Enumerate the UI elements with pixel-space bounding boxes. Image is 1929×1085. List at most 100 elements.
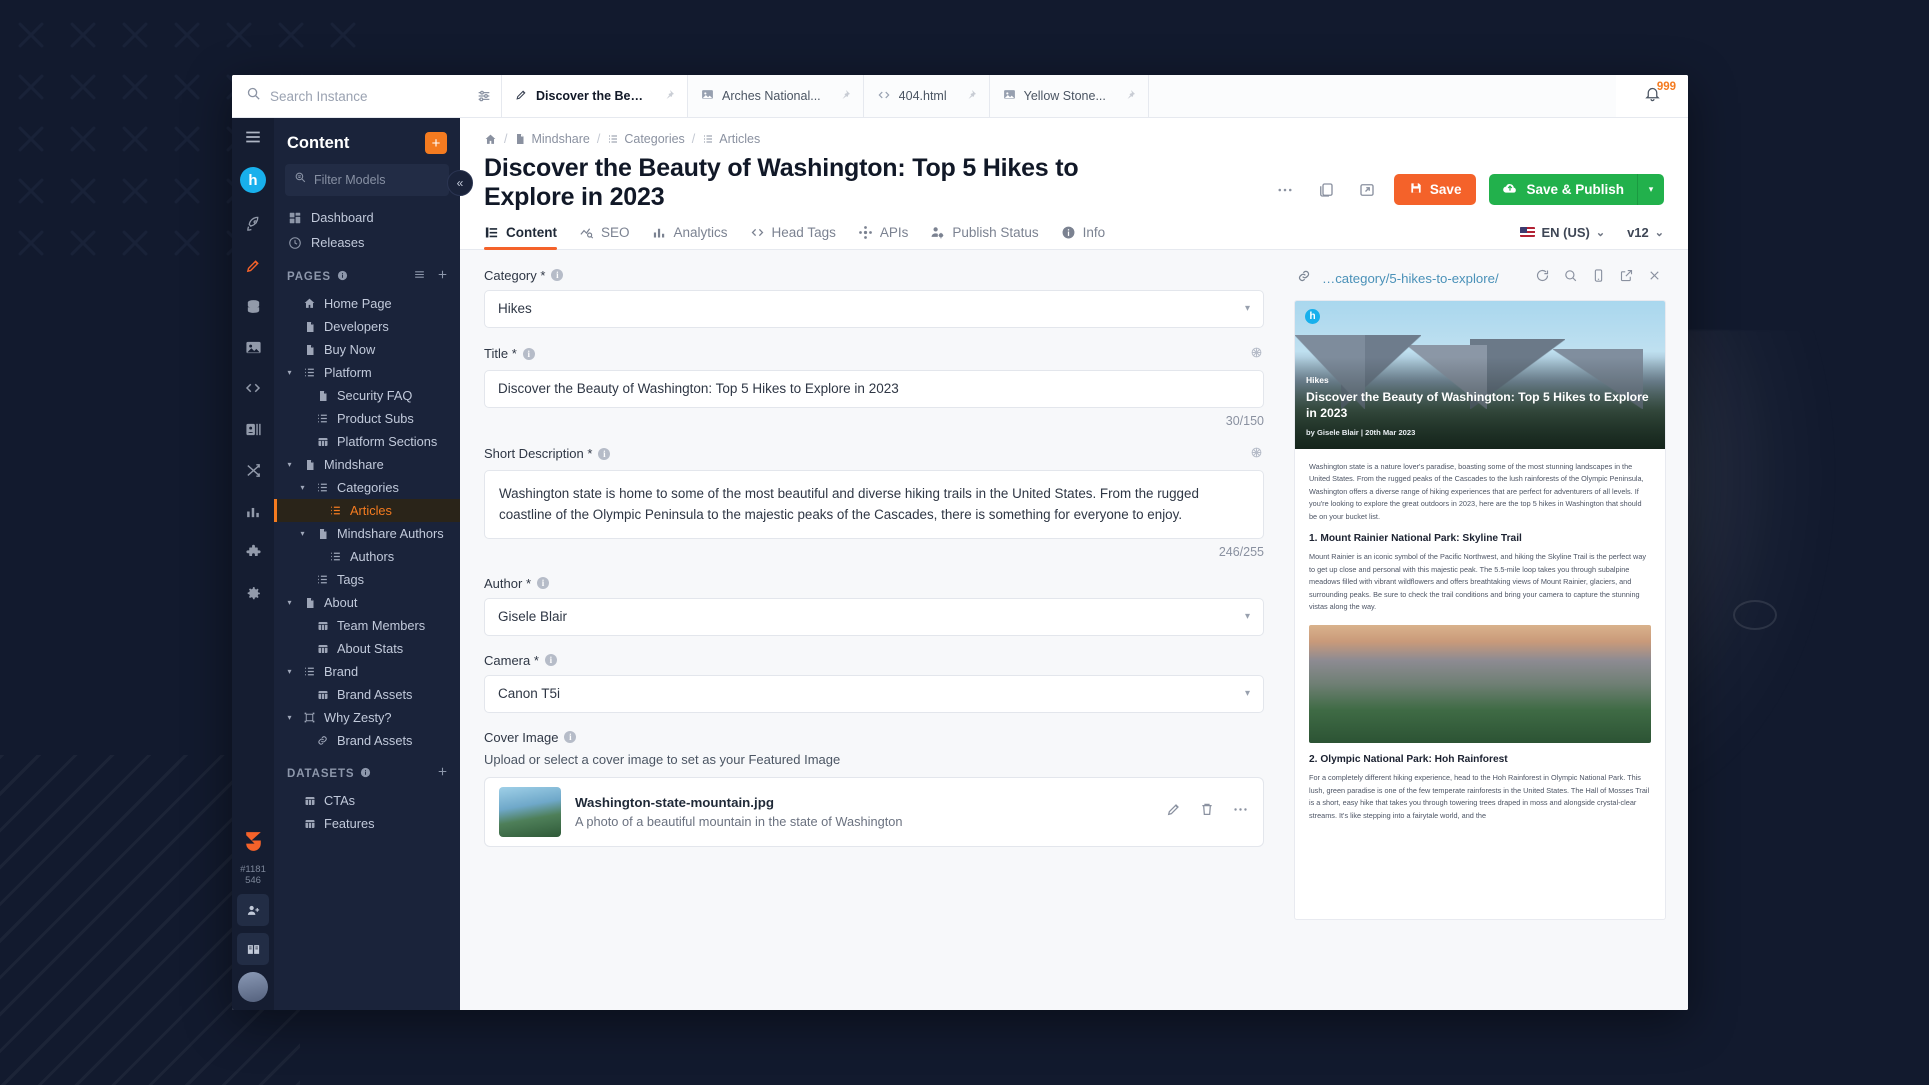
rail-icon-rocket[interactable] bbox=[236, 207, 270, 241]
chevron-down-icon[interactable]: ▾ bbox=[284, 368, 295, 377]
rail-icon-database[interactable] bbox=[236, 289, 270, 323]
sidebar-item-buy-now[interactable]: Buy Now bbox=[274, 338, 460, 361]
chevron-down-icon[interactable]: ▾ bbox=[297, 483, 308, 492]
refresh-icon[interactable] bbox=[1535, 268, 1550, 288]
rail-icon-shuffle[interactable] bbox=[236, 453, 270, 487]
info-icon[interactable]: i bbox=[564, 731, 577, 744]
sidebar-item-why-zesty[interactable]: ▾ Why Zesty? bbox=[274, 706, 460, 729]
tab-seo[interactable]: SEO bbox=[579, 225, 630, 249]
save-button[interactable]: Save bbox=[1393, 174, 1477, 205]
sidebar-item-brand[interactable]: ▾ Brand bbox=[274, 660, 460, 683]
info-icon[interactable]: i bbox=[537, 577, 549, 590]
sidebar-item-dashboard[interactable]: Dashboard bbox=[274, 205, 460, 230]
zesty-logo[interactable]: h bbox=[240, 167, 266, 193]
sidebar-item-security-faq[interactable]: Security FAQ bbox=[274, 384, 460, 407]
title-input[interactable]: Discover the Beauty of Washington: Top 5… bbox=[484, 369, 1264, 408]
sidebar-item-articles[interactable]: Articles bbox=[274, 499, 460, 522]
tab-content[interactable]: Content bbox=[484, 225, 557, 250]
rail-icon-content[interactable] bbox=[236, 248, 270, 282]
duplicate-icon[interactable] bbox=[1312, 176, 1340, 204]
info-icon[interactable]: i bbox=[551, 269, 564, 281]
search-area[interactable] bbox=[232, 75, 467, 117]
rail-icon-media[interactable] bbox=[236, 330, 270, 364]
info-icon[interactable] bbox=[360, 767, 371, 781]
sidebar-item-tags[interactable]: Tags bbox=[274, 568, 460, 591]
info-icon[interactable]: i bbox=[544, 654, 557, 667]
sidebar-item-product-subs[interactable]: Product Subs bbox=[274, 407, 460, 430]
info-icon[interactable]: i bbox=[598, 447, 611, 460]
breadcrumb-mindshare[interactable]: Mindshare bbox=[514, 132, 590, 146]
add-dataset-icon[interactable] bbox=[436, 765, 449, 783]
open-external-icon[interactable] bbox=[1353, 176, 1381, 204]
pin-icon[interactable] bbox=[663, 89, 675, 104]
camera-select[interactable]: Canon T5i ▾ bbox=[484, 674, 1264, 713]
chevron-down-icon[interactable]: ▾ bbox=[284, 460, 295, 469]
sidebar-item-authors[interactable]: Authors bbox=[274, 545, 460, 568]
chevron-down-icon[interactable]: ▾ bbox=[284, 713, 295, 722]
save-and-publish-button[interactable]: Save & Publish bbox=[1489, 174, 1637, 205]
rail-icon-analytics[interactable] bbox=[236, 494, 270, 528]
tab-analytics[interactable]: Analytics bbox=[652, 225, 728, 249]
sidebar-item-mindshare[interactable]: ▾ Mindshare bbox=[274, 453, 460, 476]
sidebar-item-releases[interactable]: Releases bbox=[274, 230, 460, 255]
breadcrumb-articles[interactable]: Articles bbox=[702, 132, 760, 146]
info-icon[interactable] bbox=[337, 270, 348, 284]
chevron-down-icon[interactable]: ▾ bbox=[297, 529, 308, 538]
tab-arches-national[interactable]: Arches National... bbox=[687, 75, 863, 117]
mobile-icon[interactable] bbox=[1591, 268, 1606, 288]
preview-frame[interactable]: h Hikes Discover the Beauty of Washingto… bbox=[1294, 299, 1666, 920]
sliders-icon[interactable] bbox=[467, 75, 501, 117]
tab-publish-status[interactable]: Publish Status bbox=[930, 225, 1039, 249]
tab-yellow-stone[interactable]: Yellow Stone... bbox=[988, 75, 1148, 117]
sidebar-item-platform[interactable]: ▾ Platform bbox=[274, 361, 460, 384]
ellipsis-icon[interactable] bbox=[1271, 176, 1299, 204]
trash-icon[interactable] bbox=[1199, 801, 1215, 822]
info-icon[interactable]: i bbox=[522, 347, 535, 360]
rail-icon-plugins[interactable] bbox=[236, 535, 270, 569]
cover-image-thumbnail[interactable] bbox=[499, 786, 561, 837]
pencil-icon[interactable] bbox=[1166, 801, 1182, 822]
sidebar-item-brand-assets[interactable]: Brand Assets bbox=[274, 683, 460, 706]
ai-sparkle-icon[interactable] bbox=[1249, 345, 1264, 363]
rail-icon-contacts[interactable] bbox=[236, 412, 270, 446]
zesty-z-icon[interactable] bbox=[241, 828, 266, 858]
filter-models-field[interactable] bbox=[285, 164, 449, 196]
preview-url[interactable]: …category/5-hikes-to-explore/ bbox=[1322, 271, 1525, 286]
search-input[interactable] bbox=[270, 88, 453, 104]
ellipsis-icon[interactable] bbox=[1232, 801, 1249, 823]
sidebar-item-about[interactable]: ▾ About bbox=[274, 591, 460, 614]
sidebar-item-brand-assets[interactable]: Brand Assets bbox=[274, 729, 460, 752]
author-select[interactable]: Gisele Blair ▾ bbox=[484, 597, 1264, 636]
zoom-icon[interactable] bbox=[1563, 268, 1578, 288]
filter-models-input[interactable] bbox=[314, 173, 440, 187]
sidebar-item-ctas[interactable]: CTAs bbox=[274, 789, 460, 812]
sidebar-tree[interactable]: Dashboard Releases PAGES Home Page Devel… bbox=[274, 205, 460, 1010]
tab-head-tags[interactable]: Head Tags bbox=[750, 225, 836, 249]
add-content-button[interactable]: + bbox=[425, 132, 447, 154]
sidebar-item-about-stats[interactable]: About Stats bbox=[274, 637, 460, 660]
tab-info[interactable]: Info bbox=[1061, 225, 1105, 249]
locale-selector[interactable]: EN (US) ⌄ bbox=[1520, 225, 1605, 240]
ai-sparkle-icon[interactable] bbox=[1249, 445, 1264, 463]
notifications-button[interactable]: 999 bbox=[1616, 75, 1688, 117]
rail-icon-code[interactable] bbox=[236, 371, 270, 405]
sidebar-item-categories[interactable]: ▾ Categories bbox=[274, 476, 460, 499]
sidebar-item-developers[interactable]: Developers bbox=[274, 315, 460, 338]
publish-options-caret[interactable]: ▾ bbox=[1637, 174, 1664, 205]
category-select[interactable]: Hikes ▾ bbox=[484, 289, 1264, 328]
cover-image-card[interactable]: Washington-state-mountain.jpg A photo of… bbox=[484, 776, 1264, 847]
tab-apis[interactable]: APIs bbox=[858, 225, 908, 249]
chevron-down-icon[interactable]: ▾ bbox=[284, 598, 295, 607]
sidebar-item-home-page[interactable]: Home Page bbox=[274, 292, 460, 315]
version-selector[interactable]: v12 ⌄ bbox=[1627, 225, 1664, 240]
add-user-icon[interactable] bbox=[237, 894, 269, 926]
pin-icon[interactable] bbox=[965, 89, 977, 104]
sidebar-item-features[interactable]: Features bbox=[274, 812, 460, 835]
tab-404-html[interactable]: 404.html bbox=[862, 75, 989, 117]
chevron-down-icon[interactable]: ▾ bbox=[284, 667, 295, 676]
short-description-textarea[interactable]: Washington state is home to some of the … bbox=[484, 469, 1264, 539]
pin-icon[interactable] bbox=[839, 89, 851, 104]
sidebar-item-platform-sections[interactable]: Platform Sections bbox=[274, 430, 460, 453]
sidebar-item-mindshare-authors[interactable]: ▾ Mindshare Authors bbox=[274, 522, 460, 545]
docs-book-icon[interactable] bbox=[237, 933, 269, 965]
